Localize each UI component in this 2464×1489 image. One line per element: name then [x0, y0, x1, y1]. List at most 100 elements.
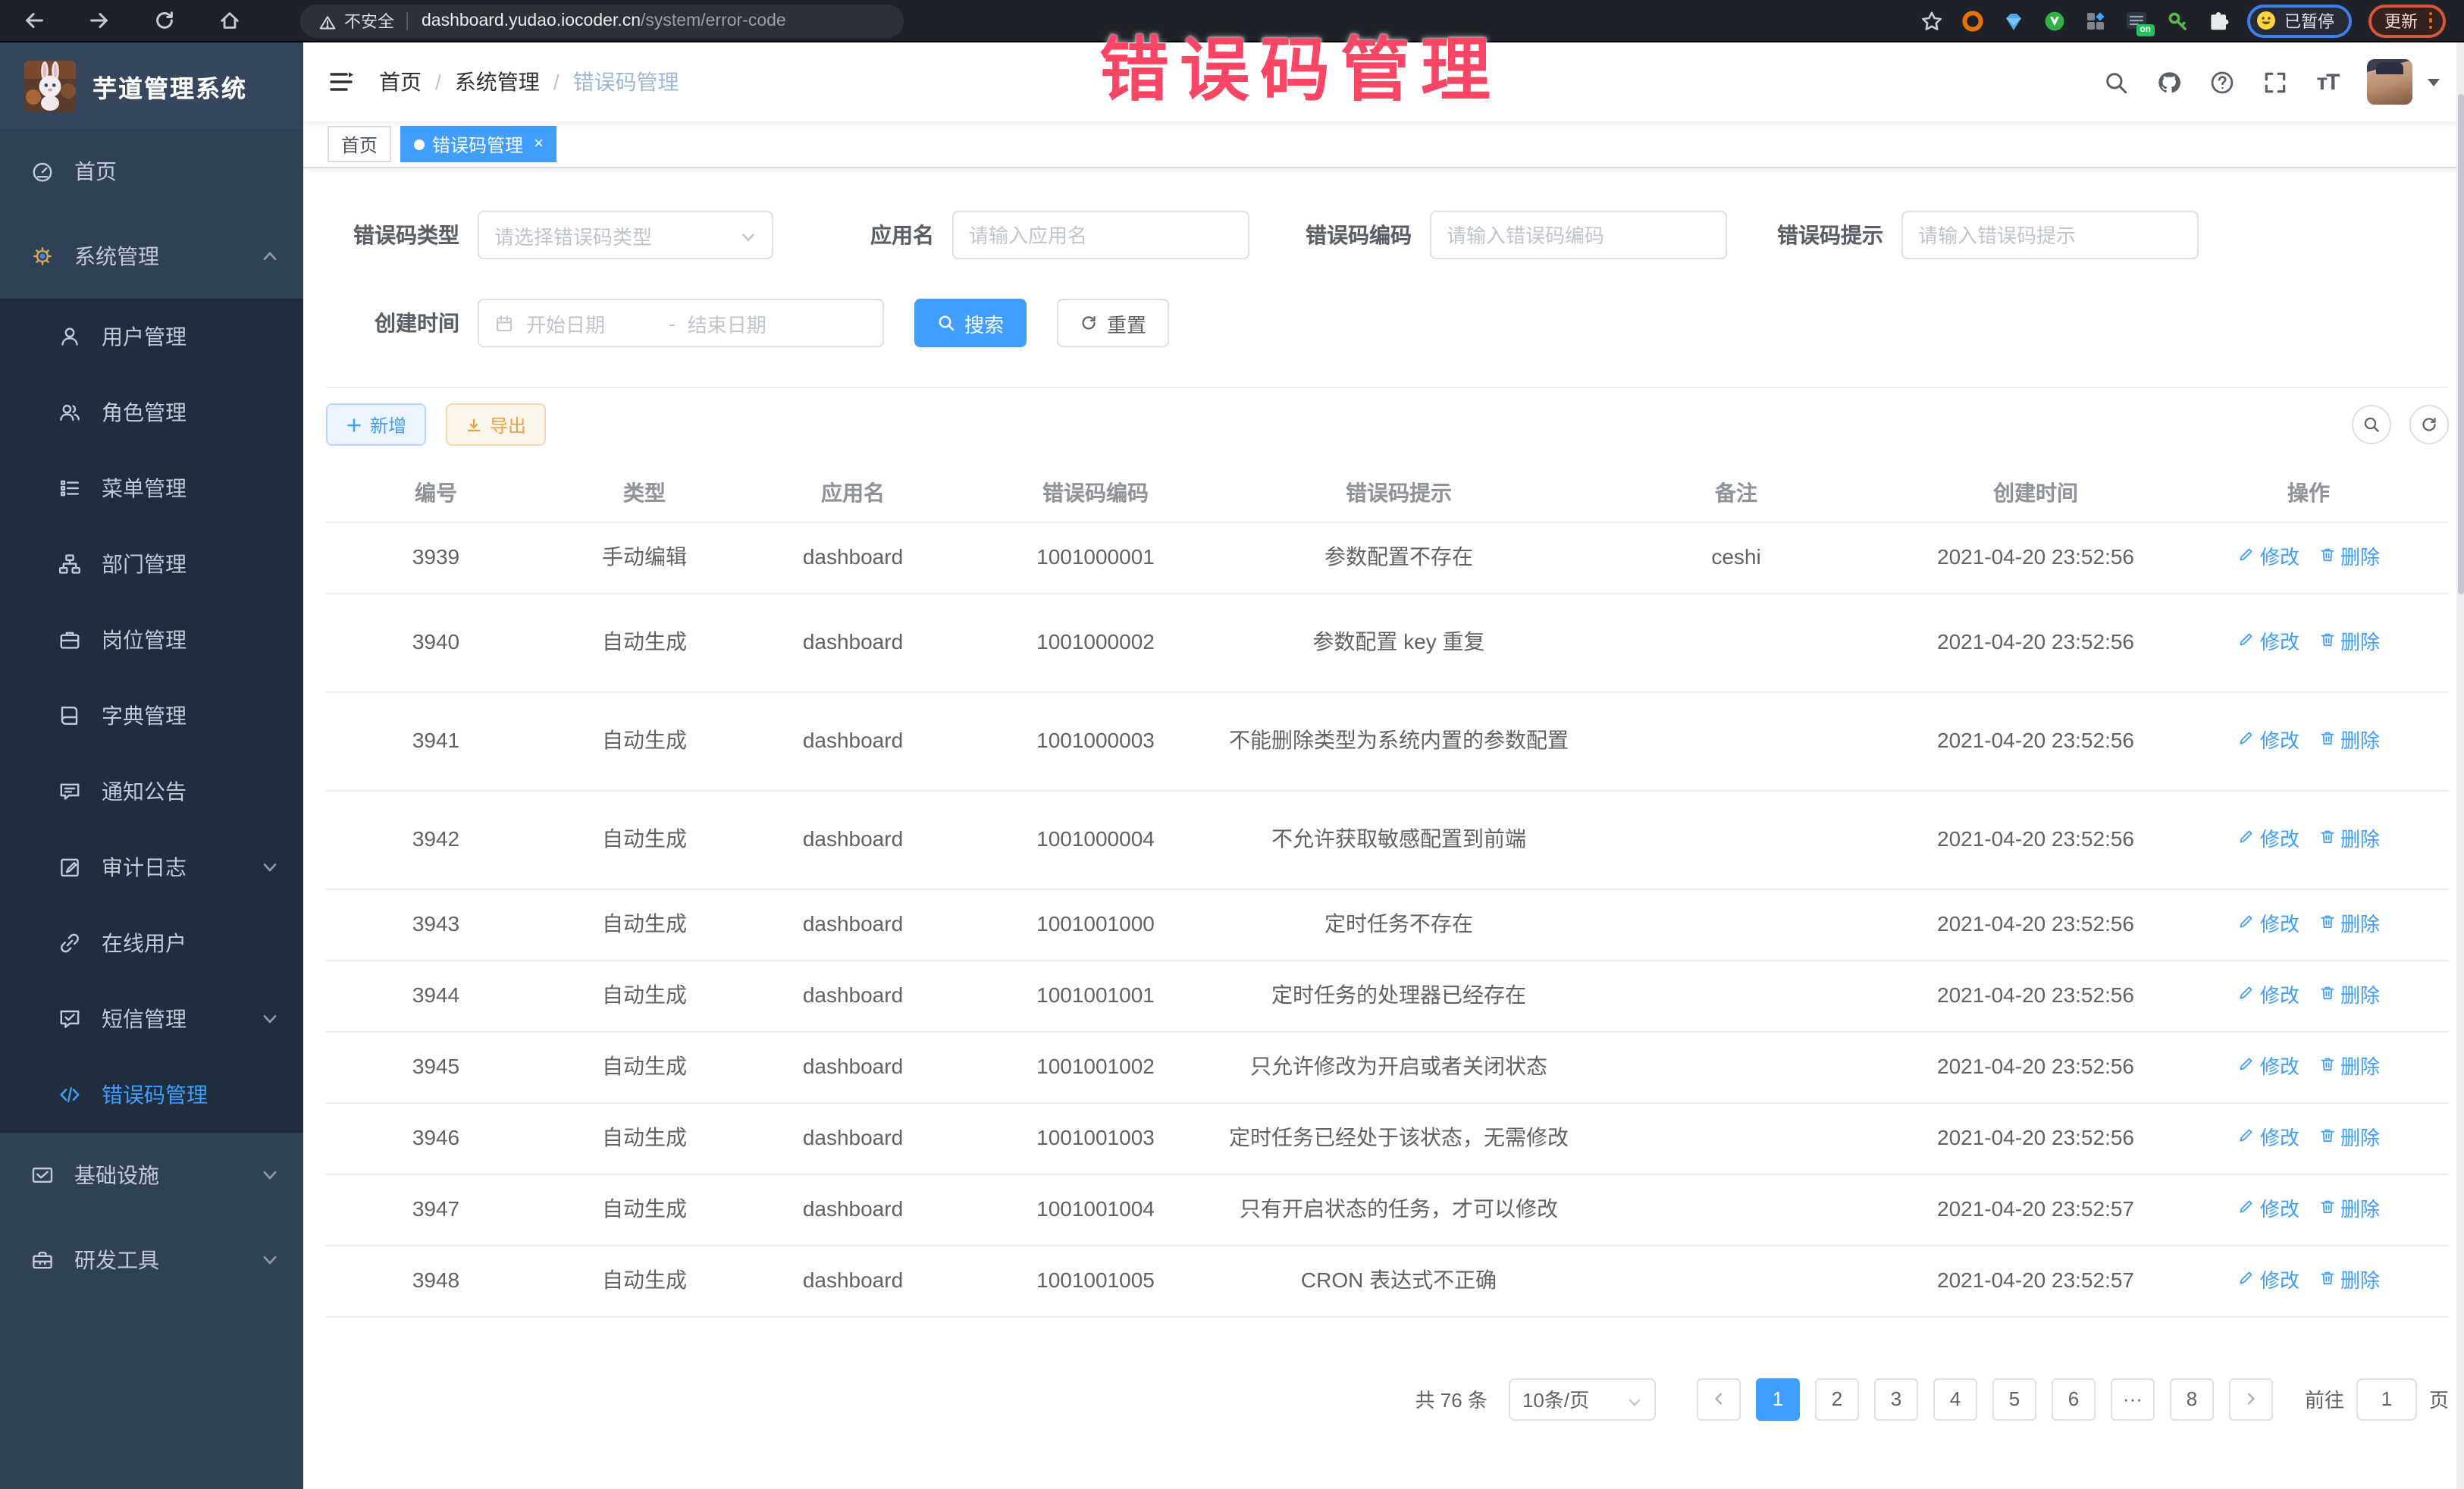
- active-tag-dot: [414, 139, 425, 149]
- delete-link[interactable]: 删除: [2318, 1265, 2380, 1296]
- extension-vue-icon[interactable]: [2042, 8, 2066, 33]
- delete-link[interactable]: 删除: [2318, 823, 2380, 855]
- error-type-select[interactable]: 请选择错误码类型: [478, 211, 773, 259]
- create-time-range-picker[interactable]: 开始日期 - 结束日期: [478, 299, 884, 347]
- cell-actions: 修改删除: [2168, 790, 2449, 889]
- sidebar-item-home[interactable]: 首页: [0, 129, 303, 214]
- extensions-puzzle-icon[interactable]: [2205, 8, 2230, 33]
- app-name-input[interactable]: [954, 212, 1248, 258]
- browser-update-button[interactable]: 更新: [2368, 4, 2446, 37]
- sidebar-item-role-management[interactable]: 角色管理: [0, 375, 303, 450]
- delete-link[interactable]: 删除: [2318, 626, 2380, 658]
- search-icon[interactable]: [2102, 68, 2129, 96]
- breadcrumb-item[interactable]: 系统管理: [455, 67, 540, 97]
- search-button[interactable]: 搜索: [914, 299, 1027, 347]
- browser-forward-icon[interactable]: [86, 8, 112, 33]
- sidebar-item-notice-announcement[interactable]: 通知公告: [0, 754, 303, 829]
- sidebar-item-dev-tools[interactable]: 研发工具: [0, 1218, 303, 1302]
- reset-button[interactable]: 重置: [1057, 299, 1169, 347]
- delete-link[interactable]: 删除: [2318, 1051, 2380, 1083]
- refresh-table-button[interactable]: [2409, 405, 2449, 444]
- tag-home[interactable]: 首页: [328, 126, 391, 162]
- sidebar-logo[interactable]: 芋道管理系统: [0, 42, 303, 129]
- browser-home-icon[interactable]: [217, 8, 243, 33]
- window-scrollbar[interactable]: [2456, 42, 2464, 1489]
- edit-link[interactable]: 修改: [2237, 725, 2299, 757]
- edit-link[interactable]: 修改: [2237, 1193, 2299, 1225]
- extension-on-badge: on: [2136, 24, 2154, 36]
- breadcrumb-item[interactable]: 首页: [379, 67, 422, 97]
- sidebar-item-user-management[interactable]: 用户管理: [0, 299, 303, 375]
- delete-link[interactable]: 删除: [2318, 1193, 2380, 1225]
- page-button-3[interactable]: 3: [1874, 1378, 1918, 1420]
- user-avatar[interactable]: [2367, 59, 2412, 105]
- tag-error-code[interactable]: 错误码管理×: [400, 126, 557, 162]
- page-button-8[interactable]: 8: [2170, 1378, 2214, 1420]
- browser-profile-chip[interactable]: 已暂停: [2246, 4, 2351, 37]
- sidebar-item-infrastructure[interactable]: 基础设施: [0, 1133, 303, 1218]
- page-button-6[interactable]: 6: [2052, 1378, 2096, 1420]
- sidebar-item-system-management[interactable]: 系统管理: [0, 214, 303, 299]
- cell-code: 1001001005: [963, 1245, 1228, 1316]
- edit-link[interactable]: 修改: [2237, 823, 2299, 855]
- delete-link[interactable]: 删除: [2318, 725, 2380, 757]
- add-button[interactable]: 新增: [326, 403, 426, 446]
- sidebar-item-label: 部门管理: [102, 549, 187, 579]
- browser-back-icon[interactable]: [21, 8, 47, 33]
- page-button-1[interactable]: 1: [1756, 1378, 1800, 1420]
- fullscreen-icon[interactable]: [2261, 68, 2288, 96]
- avatar-caret-down-icon[interactable]: [2428, 78, 2440, 86]
- sidebar-item-sms-management[interactable]: 短信管理: [0, 981, 303, 1057]
- page-size-select[interactable]: 10条/页: [1509, 1378, 1656, 1420]
- sidebar-item-error-code-management[interactable]: 错误码管理: [0, 1057, 303, 1133]
- show-search-toggle-button[interactable]: [2352, 405, 2391, 444]
- breadcrumb-separator: /: [435, 70, 441, 94]
- link-icon: [58, 931, 82, 955]
- sidebar-item-audit-log[interactable]: 审计日志: [0, 829, 303, 905]
- browser-menu-kebab-icon[interactable]: [2425, 12, 2435, 30]
- error-message-input[interactable]: [1903, 212, 2197, 258]
- page-ellipsis[interactable]: ···: [2111, 1378, 2155, 1420]
- extension-grid-icon[interactable]: [2083, 8, 2107, 33]
- extension-gem-icon[interactable]: [2001, 8, 2025, 33]
- prev-page-button[interactable]: [1697, 1378, 1741, 1420]
- edit-link[interactable]: 修改: [2237, 1051, 2299, 1083]
- edit-link[interactable]: 修改: [2237, 626, 2299, 658]
- error-code-input[interactable]: [1431, 212, 1726, 258]
- page-button-4[interactable]: 4: [1933, 1378, 1977, 1420]
- delete-link[interactable]: 删除: [2318, 541, 2380, 573]
- help-icon[interactable]: [2208, 68, 2235, 96]
- page-button-2[interactable]: 2: [1815, 1378, 1859, 1420]
- extension-orange-icon[interactable]: [1960, 8, 1984, 33]
- scrollbar-thumb[interactable]: [2457, 94, 2463, 594]
- github-icon[interactable]: [2155, 68, 2182, 96]
- edit-link[interactable]: 修改: [2237, 1122, 2299, 1154]
- extension-list-on-icon[interactable]: on: [2124, 8, 2148, 33]
- delete-link[interactable]: 删除: [2318, 980, 2380, 1011]
- sidebar-toggle-icon[interactable]: [328, 68, 355, 96]
- next-page-button[interactable]: [2229, 1378, 2273, 1420]
- table-row: 3941自动生成dashboard1001000003不能删除类型为系统内置的参…: [326, 691, 2449, 790]
- delete-link[interactable]: 删除: [2318, 1122, 2380, 1154]
- export-button[interactable]: 导出: [446, 403, 546, 446]
- font-size-icon[interactable]: тT: [2314, 68, 2341, 96]
- sidebar-menu: 首页系统管理用户管理角色管理菜单管理部门管理岗位管理字典管理通知公告审计日志在线…: [0, 129, 303, 1302]
- edit-link[interactable]: 修改: [2237, 980, 2299, 1011]
- edit-link[interactable]: 修改: [2237, 541, 2299, 573]
- sidebar-item-dict-management[interactable]: 字典管理: [0, 678, 303, 754]
- goto-page-input[interactable]: [2356, 1378, 2417, 1420]
- sidebar-item-post-management[interactable]: 岗位管理: [0, 602, 303, 678]
- bookmark-star-icon[interactable]: [1919, 8, 1943, 33]
- browser-address-bar[interactable]: 不安全 dashboard.yudao.iocoder.cn/system/er…: [300, 4, 904, 37]
- edit-link[interactable]: 修改: [2237, 908, 2299, 940]
- sidebar-item-menu-management[interactable]: 菜单管理: [0, 450, 303, 526]
- tag-close-icon[interactable]: ×: [534, 135, 544, 153]
- sidebar-item-dept-management[interactable]: 部门管理: [0, 526, 303, 602]
- extension-key-icon[interactable]: [2165, 8, 2189, 33]
- sidebar-item-label: 字典管理: [102, 701, 187, 731]
- delete-link[interactable]: 删除: [2318, 908, 2380, 940]
- edit-link[interactable]: 修改: [2237, 1265, 2299, 1296]
- sidebar-item-online-users[interactable]: 在线用户: [0, 905, 303, 981]
- page-button-5[interactable]: 5: [1992, 1378, 2036, 1420]
- browser-reload-icon[interactable]: [152, 8, 177, 33]
